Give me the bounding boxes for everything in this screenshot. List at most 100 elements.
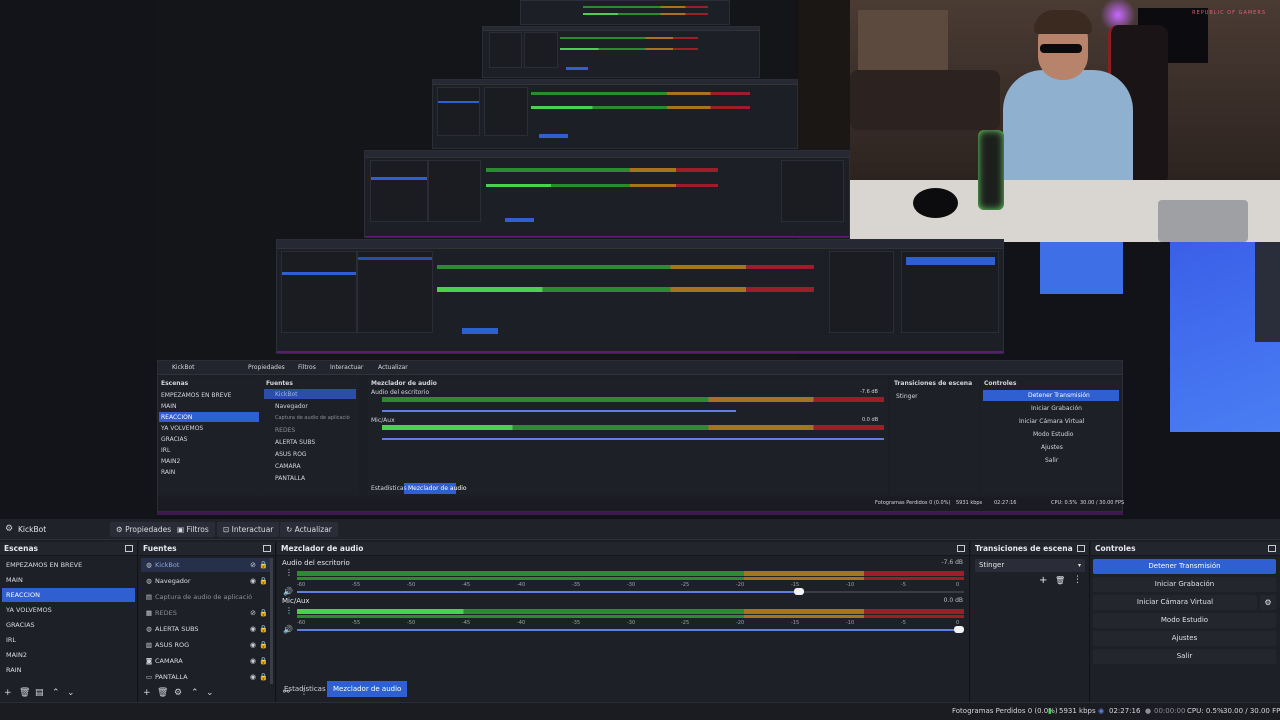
start-virtual-camera-button[interactable]: Iniciar Cámara Virtual bbox=[1093, 595, 1257, 610]
remove-source-icon[interactable]: 🗑 bbox=[157, 688, 168, 698]
tab-audio-mixer[interactable]: Mezclador de audio bbox=[327, 681, 408, 697]
mid-transitions-title: Transiciones de escena bbox=[894, 380, 973, 387]
meter-tick-label: -50 bbox=[407, 620, 416, 626]
mid-desktop-audio: Audio del escritorio bbox=[371, 389, 430, 396]
webcam-feed: REPUBLIC OF GAMERS bbox=[798, 0, 1280, 242]
scene-item[interactable]: IRL bbox=[2, 633, 135, 647]
virtual-camera-settings-icon[interactable]: ⚙ bbox=[1260, 595, 1276, 610]
speaker-icon[interactable]: 🔊 bbox=[283, 587, 293, 596]
lock-icon[interactable]: 🔒 bbox=[259, 558, 268, 572]
dock-icon[interactable] bbox=[263, 545, 271, 552]
kebab-menu-icon[interactable]: ⋮ bbox=[285, 606, 293, 615]
kebab-menu-icon[interactable]: ⋮ bbox=[285, 568, 293, 577]
lock-icon[interactable]: 🔒 bbox=[259, 574, 268, 588]
eye-icon[interactable]: ◉ bbox=[250, 622, 256, 636]
move-up-icon[interactable]: ⌃ bbox=[52, 688, 60, 698]
scene-item[interactable]: GRACIAS bbox=[2, 618, 135, 632]
transitions-panel: Transiciones de escena Stinger ▾ + 🗑 ⋮ bbox=[971, 542, 1090, 702]
source-item[interactable]: ◙ CAMARA ◉ 🔒 bbox=[141, 654, 273, 668]
eye-icon[interactable]: ◉ bbox=[250, 638, 256, 652]
mid-sources-title: Fuentes bbox=[266, 380, 293, 387]
mid-scene-3: YA VOLVEMOS bbox=[161, 425, 204, 432]
lock-icon[interactable]: 🔒 bbox=[259, 670, 268, 684]
lock-icon[interactable]: 🔒 bbox=[259, 606, 268, 620]
source-item[interactable]: ◍ ALERTA SUBS ◉ 🔒 bbox=[141, 622, 273, 636]
refresh-button[interactable]: ↻ Actualizar bbox=[280, 522, 338, 537]
transition-menu-icon[interactable]: ⋮ bbox=[1073, 575, 1082, 585]
scene-item[interactable]: MAIN2 bbox=[2, 648, 135, 662]
rog-logo-watermark: REPUBLIC OF GAMERS bbox=[1192, 10, 1266, 16]
source-item[interactable]: ▭ PANTALLA ◉ 🔒 bbox=[141, 670, 273, 684]
record-icon: ● bbox=[1145, 707, 1152, 715]
source-item[interactable]: ◍ KickBot ⊘ 🔒 bbox=[141, 558, 273, 572]
scene-label: MAIN bbox=[6, 576, 23, 584]
stop-streaming-button[interactable]: Detener Transmisión bbox=[1093, 559, 1276, 574]
desktop-volume-handle[interactable] bbox=[794, 588, 804, 595]
desktop-audio-meter-2 bbox=[297, 577, 964, 580]
dock-icon[interactable] bbox=[957, 545, 965, 552]
move-down-icon[interactable]: ⌄ bbox=[67, 688, 75, 698]
sources-scrollbar[interactable] bbox=[270, 558, 273, 684]
controls-title: Controles bbox=[1095, 544, 1136, 553]
eye-hidden-icon[interactable]: ⊘ bbox=[250, 606, 256, 620]
add-transition-icon[interactable]: + bbox=[1039, 575, 1047, 586]
start-recording-button[interactable]: Iniciar Grabación bbox=[1093, 577, 1276, 592]
lock-icon[interactable]: 🔒 bbox=[259, 622, 268, 636]
add-source-icon[interactable]: + bbox=[143, 688, 151, 698]
exit-button[interactable]: Salir bbox=[1093, 649, 1276, 664]
mic-volume-handle[interactable] bbox=[954, 626, 964, 633]
lock-icon[interactable]: 🔒 bbox=[259, 654, 268, 668]
mid-mic: Mic/Aux bbox=[371, 417, 395, 424]
interact-button[interactable]: ⊡ Interactuar bbox=[217, 522, 280, 537]
source-item[interactable]: ▧ ASUS ROG ◉ 🔒 bbox=[141, 638, 273, 652]
settings-button[interactable]: Ajustes bbox=[1093, 631, 1276, 646]
mid-source-5: ASUS ROG bbox=[275, 451, 307, 458]
add-scene-icon[interactable]: + bbox=[4, 688, 12, 698]
meter-tick-label: -25 bbox=[681, 582, 690, 588]
mid-scene-4: GRACIAS bbox=[161, 436, 188, 443]
transition-select[interactable]: Stinger ▾ bbox=[975, 559, 1085, 572]
eye-icon[interactable]: ◉ bbox=[250, 574, 256, 588]
source-label: PANTALLA bbox=[155, 673, 188, 681]
recursive-window-3 bbox=[432, 79, 798, 149]
chevron-down-icon: ▾ bbox=[1077, 562, 1081, 569]
studio-mode-button[interactable]: Modo Estudio bbox=[1093, 613, 1276, 628]
scene-item[interactable]: MAIN bbox=[2, 573, 135, 587]
dock-icon[interactable] bbox=[1077, 545, 1085, 552]
speaker-icon[interactable]: 🔊 bbox=[283, 625, 293, 634]
remove-transition-icon[interactable]: 🗑 bbox=[1055, 576, 1065, 585]
scene-item[interactable]: YA VOLVEMOS bbox=[2, 603, 135, 617]
display-icon: ▭ bbox=[145, 673, 153, 681]
wall-shelf bbox=[858, 10, 948, 70]
eye-icon[interactable]: ◉ bbox=[250, 670, 256, 684]
properties-button[interactable]: ⚙ Propiedades bbox=[110, 522, 178, 537]
scene-item-selected[interactable]: REACCION bbox=[2, 588, 135, 602]
source-item[interactable]: ▦ REDES ⊘ 🔒 bbox=[141, 606, 273, 620]
refresh-icon: ↻ bbox=[286, 525, 295, 534]
filters-button[interactable]: ▣ Filtros bbox=[171, 522, 215, 537]
mid-mic-volume bbox=[382, 438, 884, 440]
webcam-left-dim bbox=[798, 0, 850, 150]
scene-item[interactable]: EMPEZAMOS EN BREVE bbox=[2, 558, 135, 572]
remove-scene-icon[interactable]: 🗑 bbox=[19, 688, 30, 698]
lock-icon[interactable]: 🔒 bbox=[259, 638, 268, 652]
mid-ctl-0: Detener Transmisión bbox=[1028, 392, 1090, 399]
eye-icon[interactable]: ◉ bbox=[250, 654, 256, 668]
scene-item[interactable]: RAIN bbox=[2, 663, 135, 677]
tab-stats[interactable]: Estadísticas bbox=[278, 681, 332, 697]
source-item[interactable]: ◍ Navegador ◉ 🔒 bbox=[141, 574, 273, 588]
dock-icon[interactable] bbox=[125, 545, 133, 552]
recursive-window-5 bbox=[276, 239, 1004, 354]
mic-ticks: -60 -55 -50 -45 -40 -35 -30 -25 -20 -15 -10 -5 0 bbox=[297, 620, 964, 628]
source-settings-icon[interactable]: ⚙ bbox=[174, 688, 182, 698]
dock-icon[interactable] bbox=[1268, 545, 1276, 552]
scene-filters-icon[interactable]: ▤ bbox=[35, 688, 44, 698]
person-hair bbox=[1034, 10, 1092, 34]
meter-tick-label: -10 bbox=[846, 582, 855, 588]
group-icon: ▦ bbox=[145, 609, 153, 617]
source-item[interactable]: ▤ Captura de audio de aplicació bbox=[141, 590, 273, 604]
move-down-icon[interactable]: ⌄ bbox=[206, 688, 214, 698]
eye-hidden-icon[interactable]: ⊘ bbox=[250, 558, 256, 572]
move-up-icon[interactable]: ⌃ bbox=[191, 688, 199, 698]
mid-scenes-panel: Escenas EMPEZAMOS EN BREVE MAIN REACCION… bbox=[158, 377, 262, 495]
